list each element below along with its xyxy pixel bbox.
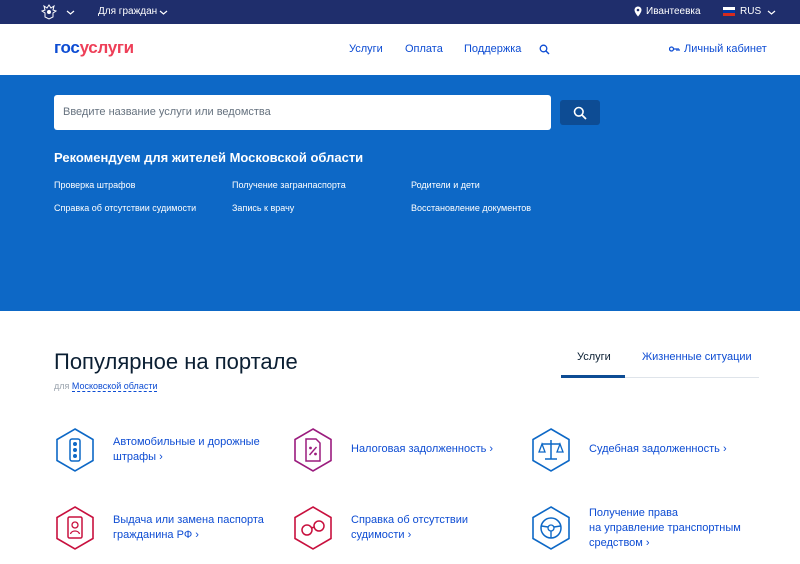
personal-account-label: Личный кабинет [684, 43, 767, 55]
chevron-down-icon[interactable] [66, 8, 75, 17]
service-card[interactable]: Автомобильные и дорожные штрафы › [54, 427, 284, 477]
main-header: госуслуги Услуги Оплата Поддержка Личный… [0, 24, 800, 75]
chevron-down-icon[interactable] [159, 8, 168, 17]
language-selector[interactable]: RUS [740, 6, 761, 18]
recommend-link[interactable]: Восстановление документов [411, 203, 531, 214]
passport-icon [56, 506, 94, 550]
service-card[interactable]: Получение права на управление транспортн… [530, 505, 760, 555]
recommend-link[interactable]: Получение загранпаспорта [232, 180, 346, 191]
popular-tabs: Услуги Жизненные ситуации [561, 342, 759, 378]
service-card[interactable]: Справка об отсутствии судимости › [292, 505, 522, 555]
search-icon [573, 106, 587, 120]
scales-icon [532, 428, 570, 472]
recommend-title: Рекомендуем для жителей Московской облас… [54, 150, 364, 165]
nav-support[interactable]: Поддержка [464, 43, 521, 56]
recommend-link[interactable]: Проверка штрафов [54, 180, 135, 191]
tax-document-icon [294, 428, 332, 472]
service-card[interactable]: Судебная задолженность › [530, 427, 760, 477]
service-search-input[interactable] [63, 103, 493, 121]
tab-life-situations[interactable]: Жизненные ситуации [642, 351, 752, 364]
location-pin-icon [634, 6, 642, 17]
recommend-link[interactable]: Родители и дети [411, 180, 480, 191]
service-card[interactable]: Выдача или замена паспорта гражданина РФ… [54, 505, 284, 555]
handcuffs-icon [294, 506, 332, 550]
top-bar: Для граждан Ивантеевка RUS [0, 0, 800, 24]
chevron-down-icon[interactable] [767, 8, 776, 17]
active-tab-indicator [561, 375, 625, 378]
traffic-light-icon [56, 428, 94, 472]
tab-services[interactable]: Услуги [577, 351, 611, 364]
recommend-link[interactable]: Запись к врачу [232, 203, 294, 214]
recommend-link[interactable]: Справка об отсутствии судимости [54, 203, 196, 214]
coat-of-arms-icon[interactable] [40, 3, 58, 21]
nav-payment[interactable]: Оплата [405, 43, 443, 56]
steering-wheel-icon [532, 506, 570, 550]
search-box [54, 95, 600, 130]
region-link[interactable]: Московской области [71, 381, 158, 392]
nav-services[interactable]: Услуги [349, 43, 383, 56]
hero-banner: Рекомендуем для жителей Московской облас… [0, 75, 800, 311]
russian-flag-icon [723, 7, 735, 16]
gosuslugi-logo[interactable]: госуслуги [54, 38, 134, 58]
service-card[interactable]: Налоговая задолженность › [292, 427, 522, 477]
audience-selector[interactable]: Для граждан [98, 6, 157, 18]
location-link[interactable]: Ивантеевка [646, 6, 701, 18]
region-selector: для Московской области [54, 381, 158, 392]
key-icon [669, 46, 680, 52]
search-button[interactable] [560, 100, 600, 125]
popular-title: Популярное на портале [54, 349, 298, 374]
search-icon[interactable] [539, 44, 550, 55]
